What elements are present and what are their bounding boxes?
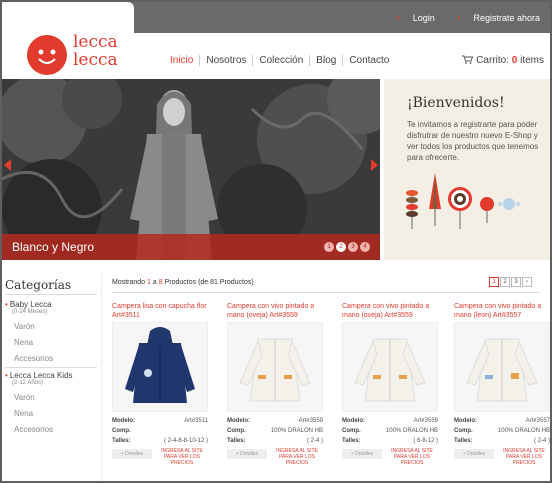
product-specs: Modelo: Art#3557 Comp. 100% DRALON HB Tall…: [454, 418, 550, 444]
bullet-icon: •: [457, 13, 461, 23]
account-links: • Login • Registrate ahora: [377, 13, 540, 23]
details-button[interactable]: + Detalles: [454, 449, 494, 459]
register-link[interactable]: • Registrate ahora: [447, 13, 540, 23]
bullet-icon: •: [5, 371, 8, 380]
sidebar-item-nena[interactable]: Nena: [14, 409, 33, 418]
cardigan-image: [466, 338, 538, 402]
header: lecca lecca Inicio Nosotros Colección Bl…: [2, 33, 550, 79]
sidebar-item-accesorios[interactable]: Accesorios: [14, 425, 53, 434]
page-button[interactable]: 3: [511, 277, 521, 287]
product-card[interactable]: Campera con vivo pintado a mano (oveja) …: [342, 302, 438, 472]
sidebar-item-nena[interactable]: Nena: [14, 338, 33, 347]
product-footer: + Detalles INGRESA AL SITE PARA VER LOS …: [342, 448, 438, 472]
bullet-icon: •: [396, 13, 400, 23]
sidebar-item-varon[interactable]: Varón: [14, 393, 35, 402]
details-button[interactable]: + Detalles: [227, 449, 267, 459]
product-image[interactable]: [454, 322, 550, 412]
product-footer: + Detalles INGRESA AL SITE PARA VER LOS …: [227, 448, 323, 472]
divider: [112, 292, 540, 293]
pagination: 1 2 3 ›: [489, 277, 532, 287]
hero-photo: [2, 79, 380, 260]
slider-prev-icon[interactable]: [4, 159, 11, 171]
slider-dot[interactable]: 4: [360, 242, 370, 252]
logo-tab: [2, 2, 134, 33]
product-listing: Mostrando 1 a 8 Productos (de 81 Product…: [112, 272, 550, 481]
cardigan-image: [239, 338, 311, 402]
page-button[interactable]: 2: [500, 277, 510, 287]
divider: [5, 367, 97, 368]
toys-illustration: [406, 173, 520, 229]
register-prompt[interactable]: INGRESA AL SITE PARA VER LOS PRECIOS: [271, 448, 323, 466]
register-prompt[interactable]: INGRESA AL SITE PARA VER LOS PRECIOS: [386, 448, 438, 466]
slider-dot[interactable]: 1: [324, 242, 334, 252]
cart-link[interactable]: Carrito: 0 items: [462, 55, 544, 66]
product-card[interactable]: Campera con vivo pintado a mano (leon) A…: [454, 302, 550, 472]
product-specs: Modelo: Art#3559 Comp. 100% DRALON HB Tall…: [342, 418, 438, 444]
hero-slider[interactable]: Blanco y Negro 1 2 3 4: [2, 79, 380, 260]
logo-text: lecca lecca: [73, 32, 118, 70]
bullet-icon: •: [5, 300, 8, 309]
category-baby-lecca[interactable]: • Baby Lecca (0-24 Meses): [5, 300, 52, 315]
slider-dots: 1 2 3 4: [324, 242, 370, 252]
product-footer: + Detalles INGRESA AL SITE PARA VER LOS …: [112, 448, 208, 472]
product-specs: Modelo: Art#3511 Comp. Talles:( 2-4-6-8-1…: [112, 418, 208, 444]
cart-icon: [462, 55, 474, 64]
details-button[interactable]: + Detalles: [342, 449, 382, 459]
product-card[interactable]: Campera lisa con capucha flor Art#3511 M…: [112, 302, 208, 472]
sidebar: Categorías • Baby Lecca (0-24 Meses) Varó…: [2, 272, 102, 481]
details-button[interactable]: + Detalles: [112, 449, 152, 459]
jacket-image: [125, 327, 195, 403]
page-frame: • Login • Registrate ahora lecca lecca Ini…: [2, 2, 550, 481]
nav-blog[interactable]: Blog: [310, 55, 344, 66]
sidebar-item-varon[interactable]: Varón: [14, 322, 35, 331]
welcome-title: ¡Bienvenidos!: [407, 95, 505, 111]
logo-face-icon: [27, 35, 67, 75]
nav-nosotros[interactable]: Nosotros: [200, 55, 254, 66]
product-title[interactable]: Campera con vivo pintado a mano (oveja) …: [342, 302, 438, 320]
register-prompt[interactable]: INGRESA AL SITE PARA VER LOS PRECIOS: [156, 448, 208, 466]
slider-dot[interactable]: 3: [348, 242, 358, 252]
welcome-text: Te invitamos a registrarte para poder di…: [407, 120, 539, 162]
welcome-panel: ¡Bienvenidos! Te invitamos a registrarte…: [384, 79, 550, 260]
nav-coleccion[interactable]: Colección: [253, 55, 311, 66]
product-image[interactable]: [112, 322, 208, 412]
product-title[interactable]: Campera lisa con capucha flor Art#3511: [112, 302, 208, 320]
hero-caption-bar: Blanco y Negro 1 2 3 4: [2, 234, 380, 260]
login-link[interactable]: • Login: [387, 13, 435, 23]
product-specs: Modelo: Art#3559 Comp. 100% DRALON HB Tall…: [227, 418, 323, 444]
nav-inicio[interactable]: Inicio: [164, 55, 201, 66]
nav-contacto[interactable]: Contacto: [343, 55, 395, 66]
top-bar: • Login • Registrate ahora: [2, 2, 550, 33]
results-count: Mostrando 1 a 8 Productos (de 81 Product…: [112, 279, 254, 286]
product-image[interactable]: [227, 322, 323, 412]
slider-next-icon[interactable]: [371, 159, 378, 171]
cardigan-image: [354, 338, 426, 402]
product-footer: + Detalles INGRESA AL SITE PARA VER LOS …: [454, 448, 550, 472]
category-lecca-lecca-kids[interactable]: • Lecca Lecca Kids (2-12 Años): [5, 371, 73, 386]
slider-dot[interactable]: 2: [336, 242, 346, 252]
sidebar-title: Categorías: [5, 278, 72, 292]
sidebar-item-accesorios[interactable]: Accesorios: [14, 354, 53, 363]
hero-caption: Blanco y Negro: [12, 240, 95, 254]
next-page-button[interactable]: ›: [522, 277, 532, 287]
logo[interactable]: lecca lecca: [27, 32, 137, 75]
main-nav: Inicio Nosotros Colección Blog Contacto: [164, 55, 395, 66]
product-card[interactable]: Campera con vivo pintado a mano (oveja) …: [227, 302, 323, 472]
product-title[interactable]: Campera con vivo pintado a mano (leon) A…: [454, 302, 550, 320]
page-button[interactable]: 1: [489, 277, 499, 287]
divider: [5, 294, 97, 295]
register-prompt[interactable]: INGRESA AL SITE PARA VER LOS PRECIOS: [498, 448, 550, 466]
product-image[interactable]: [342, 322, 438, 412]
product-title[interactable]: Campera con vivo pintado a mano (oveja) …: [227, 302, 323, 320]
